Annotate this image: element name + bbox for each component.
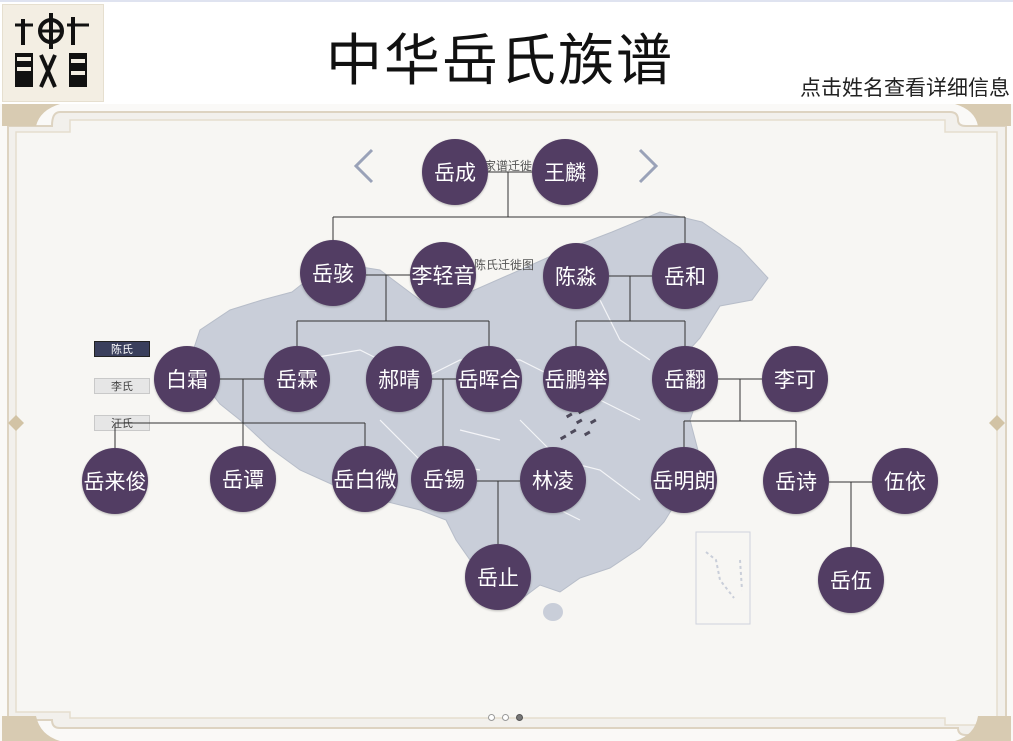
person-name: 伍依 bbox=[884, 470, 926, 494]
person-name: 林凌 bbox=[532, 469, 574, 493]
person-name: 岳晖合 bbox=[457, 368, 521, 392]
person-name: 岳白微 bbox=[333, 468, 397, 492]
person-node-yuehe[interactable]: 岳和 bbox=[652, 243, 718, 309]
person-name: 岳明朗 bbox=[652, 469, 716, 493]
legend-wang[interactable]: 汪氏 bbox=[94, 415, 150, 431]
person-name: 岳锡 bbox=[423, 468, 465, 492]
prev-arrow-button[interactable] bbox=[350, 146, 380, 186]
person-name: 李可 bbox=[774, 368, 816, 392]
person-node-like[interactable]: 李可 bbox=[762, 346, 828, 412]
person-name: 李轻音 bbox=[411, 264, 475, 288]
person-node-yuehai[interactable]: 岳骇 bbox=[300, 240, 366, 306]
person-node-yuemingnlang[interactable]: 岳明朗 bbox=[651, 447, 717, 513]
chevron-left-icon bbox=[353, 148, 374, 184]
person-name: 岳伍 bbox=[830, 569, 872, 593]
person-node-haoqing[interactable]: 郝晴 bbox=[366, 346, 432, 412]
person-name: 岳诗 bbox=[775, 470, 817, 494]
person-name: 岳止 bbox=[477, 566, 519, 590]
person-node-yuelin[interactable]: 岳霖 bbox=[264, 346, 330, 412]
person-name: 陈淼 bbox=[555, 265, 597, 289]
pager-dot-3[interactable] bbox=[516, 714, 523, 721]
person-node-yuecheng[interactable]: 岳成 bbox=[422, 139, 488, 205]
person-name: 白霜 bbox=[166, 368, 208, 392]
person-node-baishuang[interactable]: 白霜 bbox=[154, 346, 220, 412]
pager-dot-2[interactable] bbox=[502, 714, 509, 721]
person-node-yuezhi[interactable]: 岳止 bbox=[465, 544, 531, 610]
chevron-right-icon bbox=[638, 148, 659, 184]
person-name: 王麟 bbox=[544, 161, 586, 185]
person-node-liqingyin[interactable]: 李轻音 bbox=[410, 242, 476, 308]
person-name: 岳鹏举 bbox=[544, 368, 608, 392]
person-name: 岳来俊 bbox=[83, 470, 147, 494]
page-title: 中华岳氏族谱 bbox=[326, 29, 674, 94]
person-node-yuewu[interactable]: 岳伍 bbox=[818, 547, 884, 613]
map-caption-mid: 陈氏迁徙图 bbox=[474, 258, 535, 272]
person-name: 岳翻 bbox=[664, 368, 706, 392]
person-node-yuexi[interactable]: 岳锡 bbox=[411, 446, 477, 512]
person-node-yuepengju[interactable]: 岳鹏举 bbox=[543, 346, 609, 412]
legend-li[interactable]: 李氏 bbox=[94, 378, 150, 394]
person-node-chenmiao[interactable]: 陈淼 bbox=[543, 243, 609, 309]
person-name: 岳谭 bbox=[222, 468, 264, 492]
map-caption-top: 家谱迁徙 bbox=[484, 159, 533, 173]
person-node-wuyi[interactable]: 伍依 bbox=[872, 448, 938, 514]
person-node-yuelaijun[interactable]: 岳来俊 bbox=[82, 448, 148, 514]
person-name: 郝晴 bbox=[378, 368, 420, 392]
person-name: 岳骇 bbox=[312, 262, 354, 286]
person-node-wanglin[interactable]: 王麟 bbox=[532, 139, 598, 205]
clan-logo bbox=[2, 4, 104, 102]
hint-text: 点击姓名查看详细信息 bbox=[800, 76, 1010, 100]
top-border bbox=[0, 0, 1013, 2]
person-node-linling[interactable]: 林凌 bbox=[520, 447, 586, 513]
legend-chen[interactable]: 陈氏 bbox=[94, 341, 150, 357]
person-node-yuebaiwei[interactable]: 岳白微 bbox=[332, 446, 398, 512]
person-node-yuetan[interactable]: 岳谭 bbox=[210, 446, 276, 512]
pager-dot-1[interactable] bbox=[488, 714, 495, 721]
person-node-yuehuihe[interactable]: 岳晖合 bbox=[456, 346, 522, 412]
person-name: 岳霖 bbox=[276, 368, 318, 392]
next-arrow-button[interactable] bbox=[632, 146, 662, 186]
person-name: 岳和 bbox=[664, 265, 706, 289]
person-name: 岳成 bbox=[434, 161, 476, 185]
person-node-yueshi[interactable]: 岳诗 bbox=[763, 448, 829, 514]
person-node-yuefan[interactable]: 岳翻 bbox=[652, 346, 718, 412]
